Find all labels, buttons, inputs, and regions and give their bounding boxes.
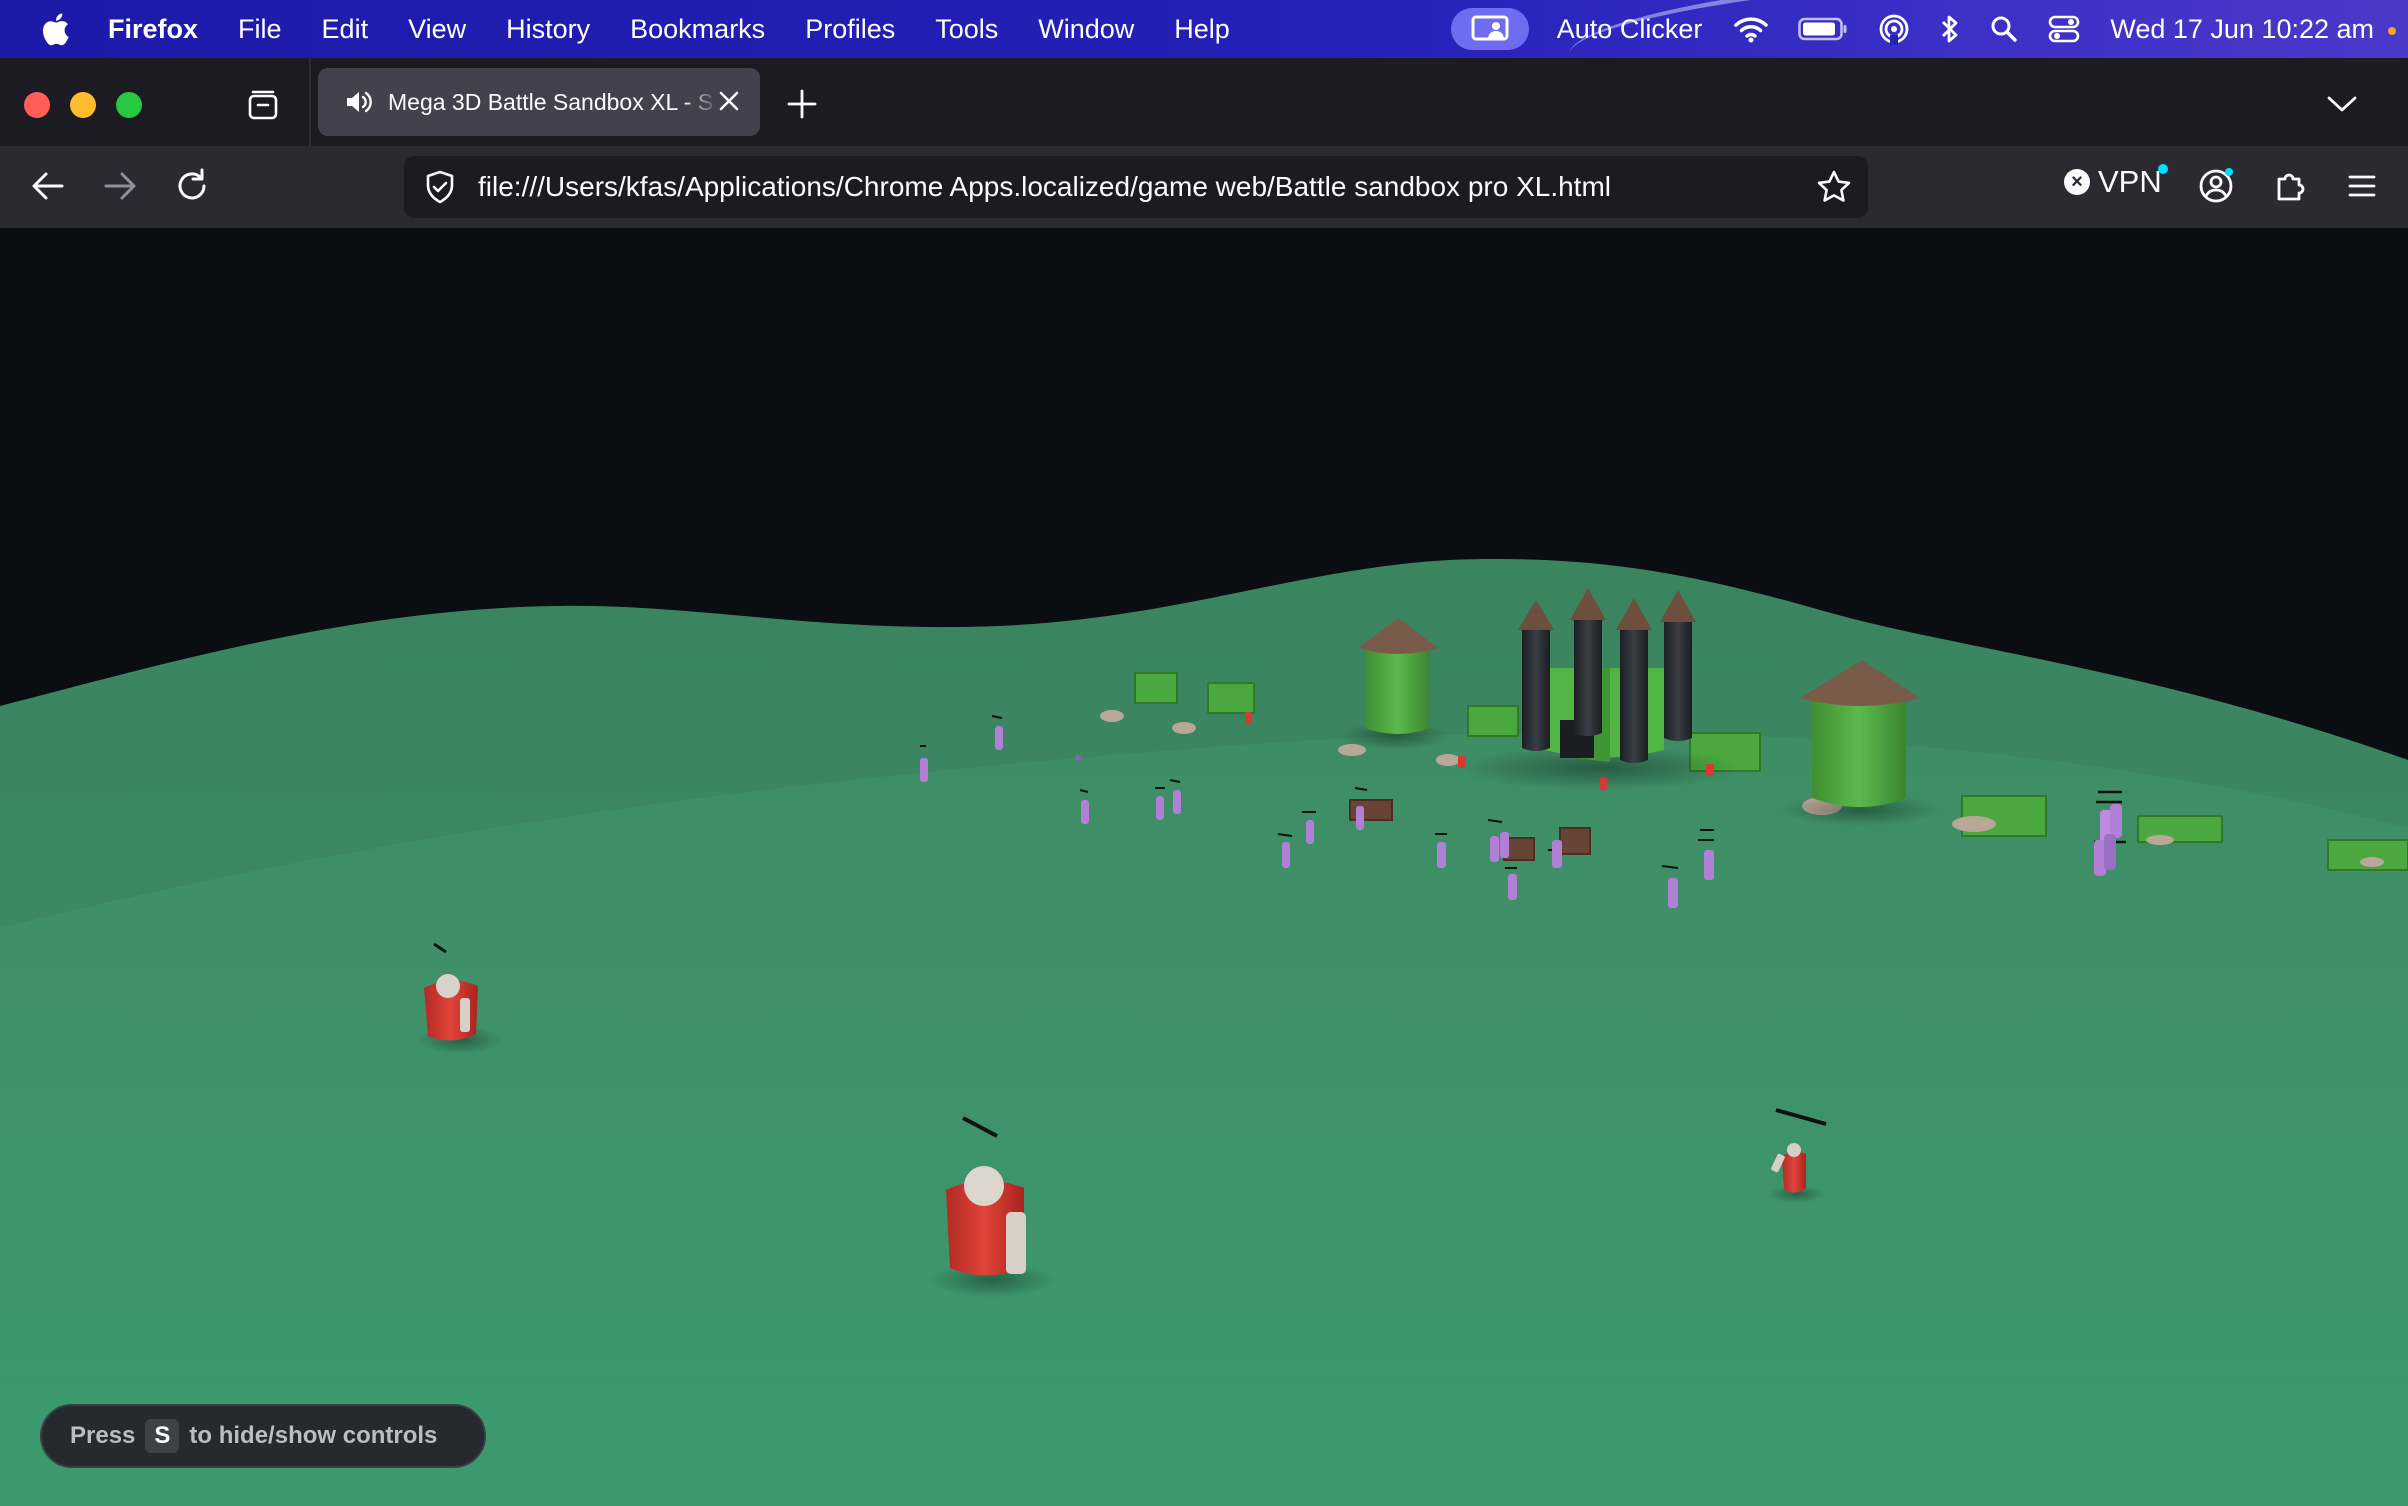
auto-clicker-status[interactable]: Auto Clicker: [1557, 14, 1703, 45]
airdrop-icon[interactable]: [1878, 13, 1910, 45]
account-avatar-icon[interactable]: [2196, 166, 2236, 206]
menu-clock[interactable]: Wed 17 Jun 10:22 am: [2110, 14, 2374, 45]
red-soldier-distant: [1245, 712, 1251, 724]
tab-active[interactable]: Mega 3D Battle Sandbox XL - S: [318, 68, 760, 136]
control-center-icon[interactable]: [2048, 14, 2080, 44]
vpn-off-x-icon: ×: [2064, 169, 2090, 195]
battle-scene[interactable]: [0, 228, 2408, 1506]
tab-overview-icon[interactable]: [244, 86, 282, 124]
tracking-protection-shield-icon[interactable]: [422, 169, 458, 205]
menu-help[interactable]: Help: [1174, 14, 1230, 45]
purple-soldier: [1075, 755, 1081, 761]
red-soldier-distant: [1600, 778, 1607, 790]
rubble: [1172, 722, 1196, 734]
list-all-tabs-chevron-icon[interactable]: [2326, 92, 2358, 116]
vpn-button[interactable]: × VPN: [2064, 164, 2168, 200]
url-text[interactable]: file:///Users/kfas/Applications/Chrome A…: [478, 171, 1611, 203]
menu-app-firefox[interactable]: Firefox: [108, 14, 198, 45]
hint-suffix: to hide/show controls: [189, 1422, 438, 1449]
vpn-label: VPN: [2098, 164, 2162, 199]
mic-indicator-dot: [2388, 27, 2396, 35]
hedge: [1207, 682, 1255, 714]
rubble: [2146, 835, 2174, 845]
window-zoom-button[interactable]: [116, 92, 142, 118]
navigation-toolbar: file:///Users/kfas/Applications/Chrome A…: [0, 146, 2408, 228]
extensions-puzzle-icon[interactable]: [2270, 166, 2310, 206]
screen-share-button[interactable]: [1450, 8, 1529, 50]
tab-title: Mega 3D Battle Sandbox XL - S: [388, 88, 714, 115]
red-soldier-distant: [1458, 756, 1466, 768]
hamburger-menu-icon[interactable]: [2342, 166, 2382, 206]
hedge: [1467, 705, 1519, 737]
wifi-icon[interactable]: [1734, 15, 1769, 43]
reload-icon[interactable]: [172, 166, 212, 206]
back-arrow-icon[interactable]: [28, 166, 68, 206]
controls-hint: Press S to hide/show controls: [40, 1404, 486, 1468]
rubble: [1100, 710, 1124, 722]
macos-menu-bar: Firefox File Edit View History Bookmarks…: [0, 0, 2408, 58]
menu-window[interactable]: Window: [1038, 14, 1134, 45]
tab-separator: [309, 58, 311, 146]
bluetooth-icon[interactable]: [1940, 14, 1960, 44]
tab-bar: Mega 3D Battle Sandbox XL - S: [0, 58, 2408, 146]
new-tab-icon[interactable]: [786, 88, 818, 120]
window-minimize-button[interactable]: [70, 92, 96, 118]
red-soldier-distant: [1706, 764, 1714, 776]
forward-arrow-icon[interactable]: [100, 166, 140, 206]
menu-file[interactable]: File: [238, 14, 282, 45]
hedge: [1134, 672, 1178, 704]
apple-logo-icon[interactable]: [40, 12, 70, 46]
spotlight-search-icon[interactable]: [1990, 15, 2018, 43]
menu-history[interactable]: History: [506, 14, 590, 45]
vpn-notification-dot: [2157, 164, 2168, 174]
menu-tools[interactable]: Tools: [935, 14, 998, 45]
game-canvas[interactable]: Press S to hide/show controls: [0, 228, 2408, 1506]
rubble: [2360, 857, 2384, 867]
menu-profiles[interactable]: Profiles: [805, 14, 895, 45]
menu-view[interactable]: View: [408, 14, 466, 45]
window-close-button[interactable]: [24, 92, 50, 118]
bookmark-star-icon[interactable]: [1816, 169, 1852, 205]
menu-bookmarks[interactable]: Bookmarks: [630, 14, 765, 45]
battery-icon[interactable]: [1798, 17, 1848, 41]
crate: [1559, 827, 1591, 855]
screen-share-icon: [1471, 15, 1509, 41]
rubble: [1436, 754, 1460, 766]
hint-key-s[interactable]: S: [145, 1419, 180, 1453]
hint-prefix: Press: [70, 1422, 136, 1449]
speaker-icon[interactable]: [344, 87, 374, 117]
address-bar[interactable]: file:///Users/kfas/Applications/Chrome A…: [404, 156, 1868, 218]
menu-edit[interactable]: Edit: [322, 14, 369, 45]
tab-close-icon[interactable]: [716, 88, 742, 114]
rubble: [1952, 816, 1996, 832]
firefox-window: Mega 3D Battle Sandbox XL - S file:///Us…: [0, 58, 2408, 1506]
